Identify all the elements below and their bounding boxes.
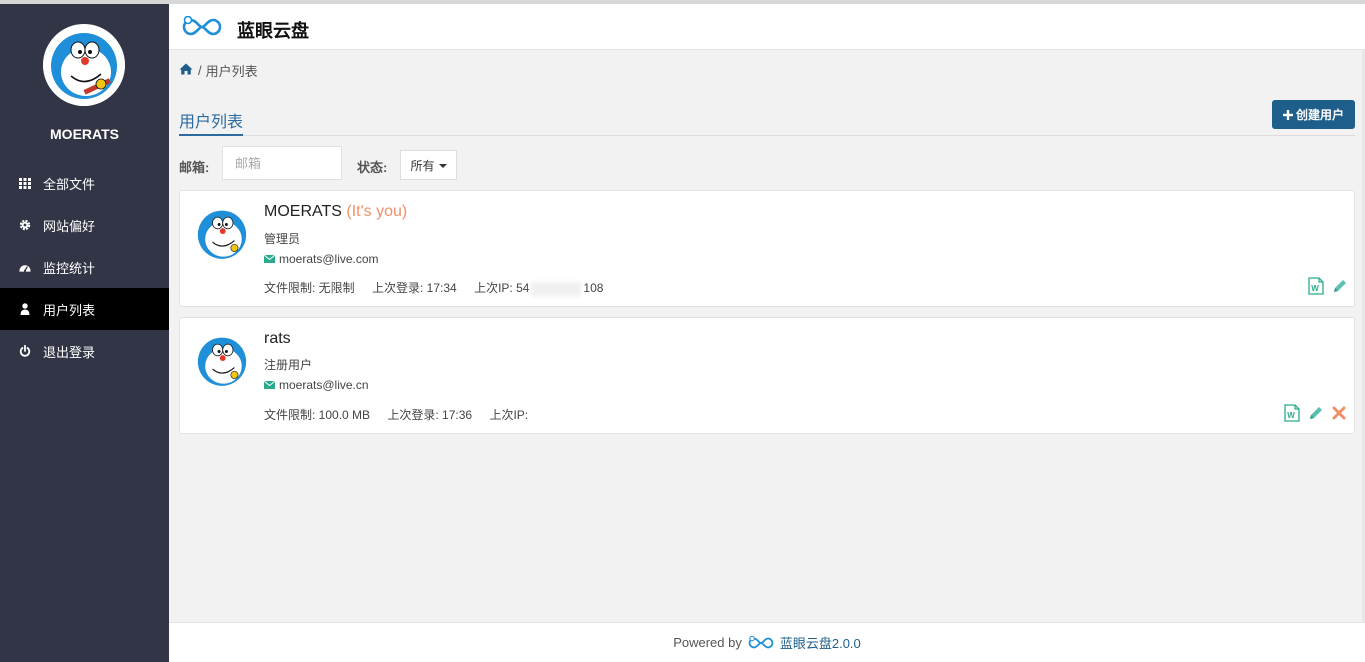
sidebar-item-label: 退出登录: [43, 344, 96, 360]
grid-icon: [19, 177, 31, 189]
user-icon: [19, 303, 31, 315]
user-meta: 文件限制: 无限制 上次登录: 17:34 上次IP: 54 108: [264, 279, 603, 296]
user-name-text: MOERATS: [264, 203, 342, 220]
gear-icon: [19, 219, 31, 231]
last-ip: 上次IP: 54 108: [474, 281, 604, 296]
user-name-text: rats: [264, 330, 291, 347]
brand-name[interactable]: 蓝眼云盘: [237, 17, 309, 43]
user-meta: 文件限制: 100.0 MB 上次登录: 17:36 上次IP:: [264, 406, 528, 423]
status-filter-label: 状态:: [357, 160, 388, 175]
word-doc-icon[interactable]: W: [1308, 277, 1324, 295]
user-email-text: moerats@live.cn: [279, 378, 369, 392]
edit-pencil-icon[interactable]: [1332, 278, 1348, 294]
tab-user-list[interactable]: 用户列表: [179, 108, 244, 136]
sidebar-item-users[interactable]: 用户列表: [0, 288, 169, 330]
logo-icon: [746, 635, 776, 650]
sidebar-item-label: 网站偏好: [43, 218, 96, 234]
sidebar-item-dashboard[interactable]: 监控统计: [0, 246, 169, 288]
svg-text:W: W: [1311, 284, 1319, 293]
user-name[interactable]: MOERATS (It's you): [264, 203, 407, 221]
breadcrumb-current: 用户列表: [205, 64, 258, 79]
last-login: 上次登录: 17:34: [372, 281, 457, 295]
status-filter-value: 所有: [410, 158, 435, 173]
user-actions: W: [1300, 277, 1348, 295]
size-limit: 文件限制: 100.0 MB: [264, 408, 371, 422]
avatar: [192, 331, 252, 391]
sidebar-username: MOERATS: [50, 126, 119, 142]
header: 蓝眼云盘: [169, 4, 1365, 50]
sidebar-item-label: 监控统计: [43, 260, 96, 276]
plus-icon: [1282, 109, 1293, 120]
user-email: moerats@live.com: [263, 252, 379, 266]
email-filter-input[interactable]: [222, 146, 342, 180]
delete-x-icon[interactable]: [1332, 406, 1346, 420]
last-login: 上次登录: 17:36: [387, 408, 473, 422]
current-user-tag: (It's you): [346, 203, 408, 220]
user-card: MOERATS (It's you) 管理员 moerats@live.com …: [179, 190, 1355, 307]
user-role: 注册用户: [264, 358, 313, 372]
sidebar-menu: 全部文件 网站偏好 监控统计 用户列表 退出登录: [0, 162, 169, 372]
edit-pencil-icon[interactable]: [1308, 405, 1324, 421]
logo-icon[interactable]: [179, 15, 225, 41]
user-email: moerats@live.cn: [263, 378, 369, 392]
footer: Powered by 蓝眼云盘2.0.0: [169, 622, 1365, 662]
breadcrumb: / 用户列表: [179, 61, 258, 80]
word-doc-icon[interactable]: W: [1284, 404, 1300, 422]
size-limit: 文件限制: 无限制: [264, 281, 355, 295]
svg-text:W: W: [1287, 411, 1295, 420]
last-ip-suffix: 108: [583, 281, 604, 295]
sidebar-item-logout[interactable]: 退出登录: [0, 330, 169, 372]
footer-brand-link[interactable]: 蓝眼云盘2.0.0: [780, 633, 861, 652]
user-actions: W: [1276, 404, 1346, 422]
user-role: 管理员: [264, 232, 301, 246]
user-email-text: moerats@live.com: [279, 252, 379, 266]
last-ip-prefix: 上次IP: 54: [474, 281, 530, 295]
footer-powered-by: Powered by: [673, 635, 742, 650]
sidebar-item-label: 全部文件: [43, 176, 96, 192]
sidebar: MOERATS 全部文件 网站偏好 监控统计 用户列表 退出登录: [0, 4, 169, 662]
status-filter-dropdown[interactable]: 所有: [400, 150, 457, 180]
breadcrumb-separator: /: [198, 63, 202, 78]
avatar[interactable]: [43, 24, 125, 106]
sidebar-item-all-files[interactable]: 全部文件: [0, 162, 169, 204]
user-card: rats 注册用户 moerats@live.cn 文件限制: 100.0 MB…: [179, 317, 1355, 434]
home-icon[interactable]: [179, 63, 193, 78]
tab-bar: 用户列表: [179, 106, 1355, 136]
create-user-button[interactable]: 创建用户: [1272, 100, 1355, 129]
avatar: [192, 204, 252, 264]
envelope-icon: [263, 378, 276, 392]
redacted-region: [531, 281, 582, 296]
user-name[interactable]: rats: [264, 330, 291, 348]
last-ip: 上次IP:: [489, 408, 529, 422]
caret-down-icon: [438, 164, 447, 168]
envelope-icon: [263, 252, 276, 266]
sidebar-item-label: 用户列表: [43, 302, 96, 318]
create-user-label: 创建用户: [1295, 108, 1344, 122]
power-icon: [19, 345, 31, 357]
dashboard-icon: [19, 261, 31, 273]
email-filter-label: 邮箱:: [179, 160, 210, 175]
sidebar-item-preferences[interactable]: 网站偏好: [0, 204, 169, 246]
